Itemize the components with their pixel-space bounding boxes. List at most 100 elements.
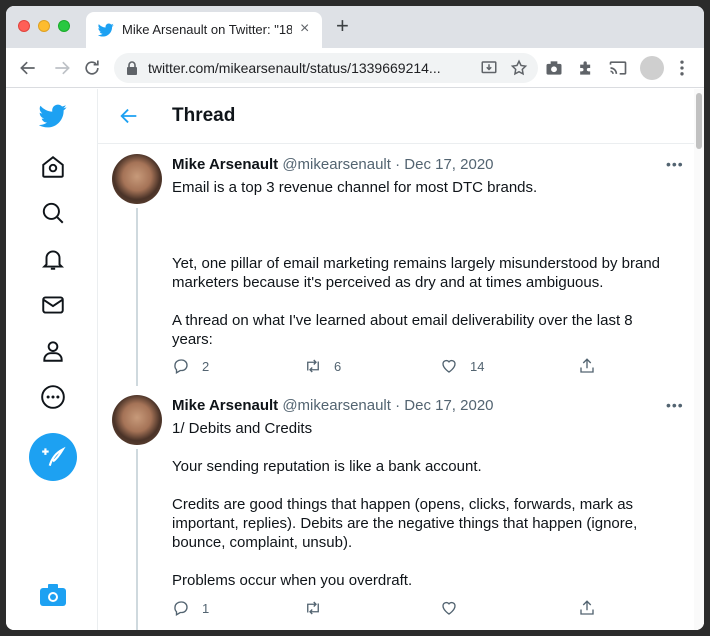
like-count: 14 (470, 358, 485, 374)
like-button[interactable]: 14 (440, 356, 484, 376)
thread-connector (136, 208, 138, 386)
tweet-line: Email is a top 3 revenue channel for mos… (172, 179, 538, 196)
tweet[interactable]: Mike Arsenault @mikearsenault · Dec 17, … (98, 144, 694, 386)
tweet-line (172, 438, 672, 457)
close-window-button[interactable] (18, 20, 30, 32)
tweet-actions: 1 (172, 598, 612, 618)
heart-icon (442, 601, 456, 615)
twitter-logo-icon[interactable] (36, 99, 70, 133)
tweet-line (172, 216, 672, 235)
profile-avatar[interactable] (640, 56, 664, 80)
tweet-line (172, 292, 672, 311)
twitter-page: Thread Mike Arsenault @mikearsenault · D… (6, 89, 704, 630)
share-button[interactable] (578, 598, 608, 618)
compose-tweet-button[interactable] (29, 433, 77, 481)
tweet-line: Problems occur when you overdraft. (172, 572, 413, 589)
share-icon (580, 358, 594, 373)
retweet-button[interactable]: 6 (304, 356, 341, 376)
feather-plus-icon (42, 446, 66, 466)
browser-window: Mike Arsenault on Twitter: "18/ × + twit… (6, 6, 704, 630)
thread-header: Thread (98, 89, 694, 144)
new-tab-button[interactable]: + (336, 15, 349, 37)
forward-arrow-icon[interactable] (52, 58, 72, 78)
notifications-bell-icon[interactable] (36, 242, 70, 276)
url-text: twitter.com/mikearsenault/status/1339669… (148, 60, 441, 76)
reply-button[interactable]: 2 (172, 356, 209, 376)
left-navigation (6, 89, 98, 630)
author-handle[interactable]: @mikearsenault (282, 156, 391, 173)
more-options-icon[interactable]: ••• (666, 156, 684, 172)
profile-person-icon[interactable] (36, 334, 70, 368)
twitter-bird-icon (98, 23, 114, 37)
like-button[interactable] (440, 598, 470, 618)
page-scrollbar[interactable] (694, 89, 704, 630)
reply-count: 1 (202, 600, 210, 616)
address-bar[interactable]: twitter.com/mikearsenault/status/1339669… (114, 53, 538, 83)
thread-connector (136, 449, 138, 630)
reply-button[interactable]: 1 (172, 598, 209, 618)
tweet-text: 1/ Debits and Credits Your sending reput… (172, 419, 672, 590)
tweet-text: Email is a top 3 revenue channel for mos… (172, 178, 672, 349)
avatar[interactable] (112, 154, 162, 204)
explore-search-icon[interactable] (36, 196, 70, 230)
scrollbar-thumb[interactable] (696, 93, 702, 149)
browser-toolbar: twitter.com/mikearsenault/status/1339669… (6, 48, 704, 88)
lock-icon (127, 61, 137, 75)
back-arrow-icon[interactable] (118, 105, 140, 127)
retweet-icon (307, 601, 319, 615)
extensions-puzzle-icon[interactable] (576, 58, 596, 78)
dot-separator: · (395, 156, 401, 173)
tweet-line: marketers because it's perceived as dry … (172, 274, 604, 291)
retweet-icon (307, 359, 319, 373)
camera-icon[interactable] (39, 583, 67, 607)
tab-strip: Mike Arsenault on Twitter: "18/ × + (6, 6, 704, 48)
tab-close-icon[interactable]: × (300, 20, 309, 38)
retweet-button[interactable] (304, 598, 334, 618)
page-title: Thread (172, 105, 236, 126)
back-arrow-icon[interactable] (18, 58, 38, 78)
reply-count: 2 (202, 358, 210, 374)
tweet-header: Mike Arsenault @mikearsenault · Dec 17, … (172, 156, 494, 173)
share-button[interactable] (578, 356, 608, 376)
dot-separator: · (395, 397, 401, 414)
author-name[interactable]: Mike Arsenault (172, 397, 278, 414)
author-handle[interactable]: @mikearsenault (282, 397, 391, 414)
author-name[interactable]: Mike Arsenault (172, 156, 278, 173)
tweet-line (172, 197, 672, 216)
reload-icon[interactable] (82, 58, 102, 78)
tweet-line: bounce, complaint, unsub). (172, 534, 353, 551)
tab-title: Mike Arsenault on Twitter: "18/ (122, 22, 292, 37)
kebab-menu-icon[interactable] (672, 58, 692, 78)
reply-icon (174, 601, 188, 616)
retweet-count: 6 (334, 358, 342, 374)
tweet-line: Credits are good things that happen (ope… (172, 496, 634, 513)
reply-icon (174, 359, 188, 374)
bookmark-star-icon[interactable] (510, 59, 528, 77)
cast-icon[interactable] (608, 58, 628, 78)
tweet-line (172, 476, 672, 495)
tweet-date[interactable]: Dec 17, 2020 (404, 156, 493, 173)
home-icon[interactable] (36, 150, 70, 184)
tweet-line: 1/ Debits and Credits (172, 420, 313, 437)
more-options-icon[interactable]: ••• (666, 397, 684, 413)
tweet-line (172, 552, 672, 571)
tweet-line: Your sending reputation is like a bank a… (172, 458, 482, 475)
tweet-actions: 2 6 14 (172, 356, 612, 376)
messages-envelope-icon[interactable] (36, 288, 70, 322)
maximize-window-button[interactable] (58, 20, 70, 32)
more-options-icon[interactable] (36, 380, 70, 414)
minimize-window-button[interactable] (38, 20, 50, 32)
tweet[interactable]: Mike Arsenault @mikearsenault · Dec 17, … (98, 385, 694, 630)
share-icon (580, 600, 594, 615)
tweet-date[interactable]: Dec 17, 2020 (404, 397, 493, 414)
tweet-line: Yet, one pillar of email marketing remai… (172, 255, 661, 272)
avatar[interactable] (112, 395, 162, 445)
tweet-line (172, 235, 672, 254)
camera-extension-icon[interactable] (544, 58, 564, 78)
tweet-line: important, replies). Debits are the nega… (172, 515, 638, 532)
tweet-line: A thread on what I've learned about emai… (172, 312, 633, 329)
tweet-header: Mike Arsenault @mikearsenault · Dec 17, … (172, 397, 494, 414)
install-app-icon[interactable] (480, 59, 498, 77)
tweet-line: years: (172, 331, 213, 348)
browser-tab[interactable]: Mike Arsenault on Twitter: "18/ × (86, 12, 322, 48)
